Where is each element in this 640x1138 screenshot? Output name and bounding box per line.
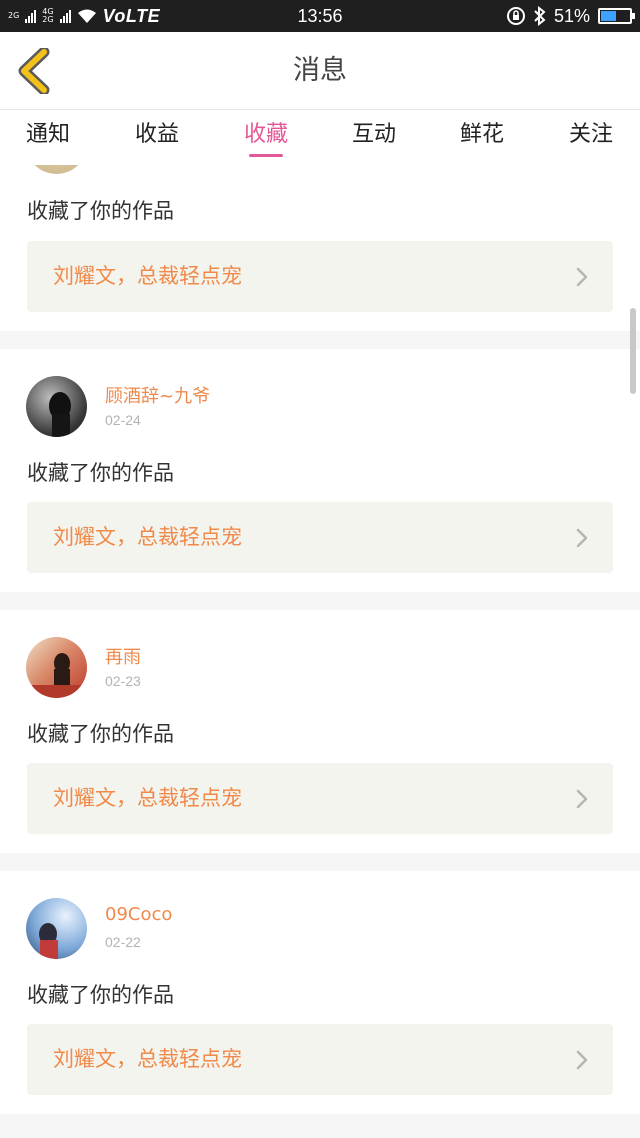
chevron-right-icon xyxy=(576,789,588,809)
work-link[interactable]: 刘耀文，总裁轻点宠 xyxy=(27,502,613,573)
status-bar: 2G 4G 2G VoLTE 13:56 51% xyxy=(0,0,640,32)
bluetooth-icon xyxy=(534,6,546,26)
work-link[interactable]: 刘耀文，总裁轻点宠 xyxy=(27,241,613,312)
avatar[interactable] xyxy=(26,898,87,959)
battery-percent: 51% xyxy=(553,5,590,26)
list-item: 收藏了你的作品 刘耀文，总裁轻点宠 xyxy=(0,165,640,331)
chevron-right-icon xyxy=(576,1050,588,1070)
work-title: 刘耀文，总裁轻点宠 xyxy=(53,786,242,810)
work-link[interactable]: 刘耀文，总裁轻点宠 xyxy=(27,1024,613,1095)
action-text: 收藏了你的作品 xyxy=(27,199,174,223)
username[interactable]: 顾酒辞~九爷 xyxy=(105,382,210,408)
tab-notifications[interactable]: 通知 xyxy=(26,119,70,159)
list-item: 09Coco 02-22 收藏了你的作品 刘耀文，总裁轻点宠 xyxy=(0,871,640,1114)
date: 02-23 xyxy=(105,673,141,689)
action-text: 收藏了你的作品 xyxy=(27,983,174,1007)
tab-flowers[interactable]: 鲜花 xyxy=(460,119,504,159)
active-tab-indicator xyxy=(249,154,283,157)
tab-favorites[interactable]: 收藏 xyxy=(244,119,288,159)
work-title: 刘耀文，总裁轻点宠 xyxy=(53,525,242,549)
favorites-list[interactable]: 收藏了你的作品 刘耀文，总裁轻点宠 顾酒辞~九爷 02-24 收藏了你的作品 刘… xyxy=(0,165,640,1138)
rotation-lock-icon xyxy=(506,7,525,25)
top-bar: 消息 xyxy=(0,32,640,110)
tab-following[interactable]: 关注 xyxy=(569,119,613,159)
page-title: 消息 xyxy=(293,55,347,86)
username[interactable]: 再雨 xyxy=(105,643,141,669)
list-item: 顾酒辞~九爷 02-24 收藏了你的作品 刘耀文，总裁轻点宠 xyxy=(0,349,640,592)
username[interactable]: 09Coco xyxy=(105,904,172,925)
avatar[interactable] xyxy=(26,165,87,174)
avatar[interactable] xyxy=(26,637,87,698)
chevron-right-icon xyxy=(576,528,588,548)
list-item: 再雨 02-23 收藏了你的作品 刘耀文，总裁轻点宠 xyxy=(0,610,640,853)
work-title: 刘耀文，总裁轻点宠 xyxy=(53,1047,242,1071)
avatar[interactable] xyxy=(26,376,87,437)
tab-interactions[interactable]: 互动 xyxy=(352,119,396,159)
work-link[interactable]: 刘耀文，总裁轻点宠 xyxy=(27,763,613,834)
date: 02-24 xyxy=(105,412,141,428)
work-title: 刘耀文，总裁轻点宠 xyxy=(53,264,242,288)
chevron-right-icon xyxy=(576,267,588,287)
message-tabs: 通知 收益 收藏 互动 鲜花 关注 xyxy=(0,111,640,165)
battery-icon xyxy=(598,8,635,24)
tab-earnings[interactable]: 收益 xyxy=(135,119,179,159)
scrollbar[interactable] xyxy=(630,308,636,394)
date: 02-22 xyxy=(105,934,141,950)
action-text: 收藏了你的作品 xyxy=(27,461,174,485)
action-text: 收藏了你的作品 xyxy=(27,722,174,746)
